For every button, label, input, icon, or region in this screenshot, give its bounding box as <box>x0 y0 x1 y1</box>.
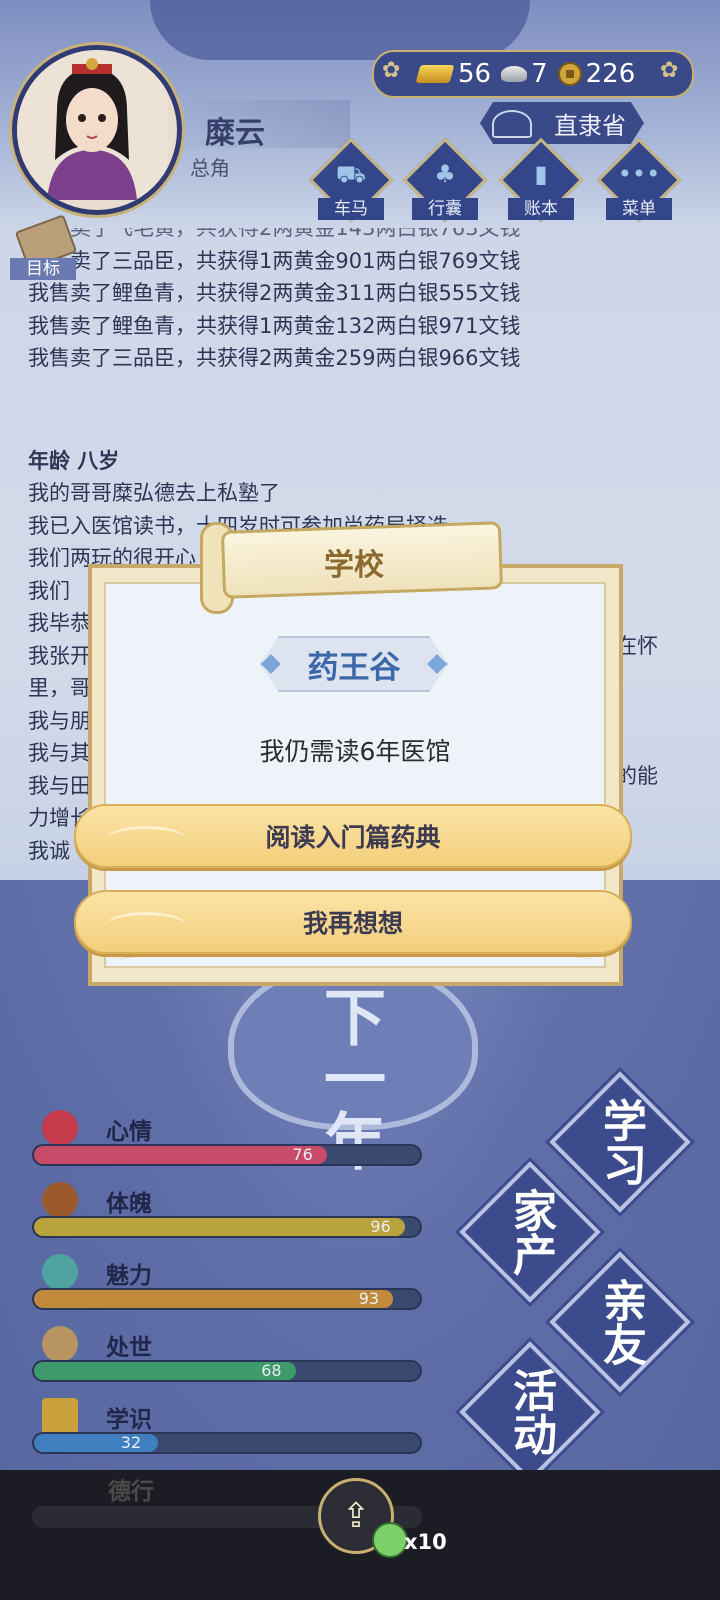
button-label: 我再想想 <box>302 909 403 938</box>
cloud-swirl-icon <box>106 912 186 939</box>
dialog-subtitle: 药王谷 <box>260 636 448 692</box>
button-label: 阅读入门篇药典 <box>265 823 441 852</box>
reconsider-button[interactable]: 我再想想 <box>74 890 632 954</box>
dialog-message: 我仍需读6年医馆 <box>259 737 451 766</box>
cloud-swirl-icon <box>106 826 186 853</box>
dialog-title: 学校 <box>324 548 384 583</box>
read-pharmacopeia-button[interactable]: 阅读入门篇药典 <box>74 804 632 868</box>
